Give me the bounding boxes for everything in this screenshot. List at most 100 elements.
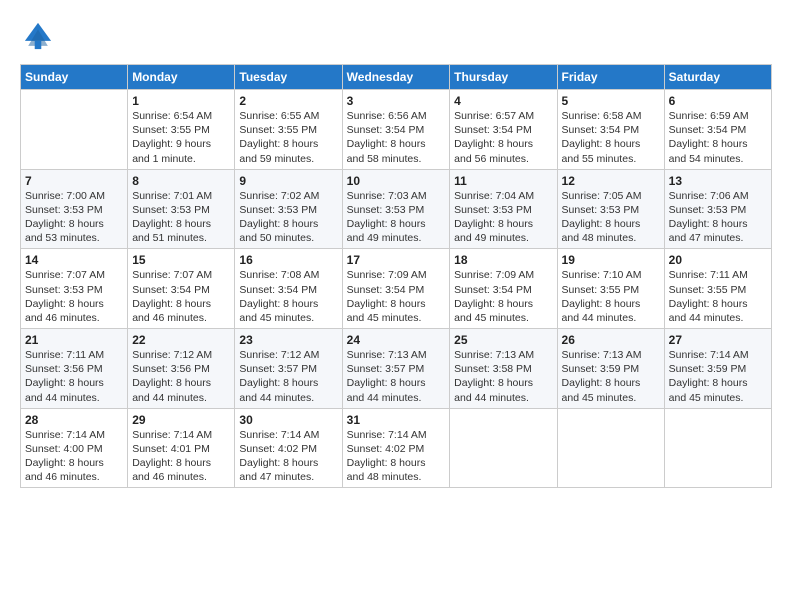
day-number: 18 bbox=[454, 253, 552, 267]
day-number: 30 bbox=[239, 413, 337, 427]
day-number: 4 bbox=[454, 94, 552, 108]
day-cell: 5Sunrise: 6:58 AM Sunset: 3:54 PM Daylig… bbox=[557, 90, 664, 170]
day-info: Sunrise: 7:14 AM Sunset: 4:02 PM Dayligh… bbox=[239, 428, 337, 485]
calendar: SundayMondayTuesdayWednesdayThursdayFrid… bbox=[20, 64, 772, 488]
day-number: 23 bbox=[239, 333, 337, 347]
day-number: 6 bbox=[669, 94, 767, 108]
day-info: Sunrise: 7:09 AM Sunset: 3:54 PM Dayligh… bbox=[347, 268, 446, 325]
day-number: 8 bbox=[132, 174, 230, 188]
day-info: Sunrise: 7:03 AM Sunset: 3:53 PM Dayligh… bbox=[347, 189, 446, 246]
day-cell: 7Sunrise: 7:00 AM Sunset: 3:53 PM Daylig… bbox=[21, 169, 128, 249]
day-info: Sunrise: 6:55 AM Sunset: 3:55 PM Dayligh… bbox=[239, 109, 337, 166]
day-info: Sunrise: 7:06 AM Sunset: 3:53 PM Dayligh… bbox=[669, 189, 767, 246]
day-cell: 28Sunrise: 7:14 AM Sunset: 4:00 PM Dayli… bbox=[21, 408, 128, 488]
page: SundayMondayTuesdayWednesdayThursdayFrid… bbox=[0, 0, 792, 612]
day-number: 1 bbox=[132, 94, 230, 108]
day-cell: 19Sunrise: 7:10 AM Sunset: 3:55 PM Dayli… bbox=[557, 249, 664, 329]
day-cell: 21Sunrise: 7:11 AM Sunset: 3:56 PM Dayli… bbox=[21, 329, 128, 409]
week-row-1: 1Sunrise: 6:54 AM Sunset: 3:55 PM Daylig… bbox=[21, 90, 772, 170]
day-number: 17 bbox=[347, 253, 446, 267]
day-number: 29 bbox=[132, 413, 230, 427]
day-info: Sunrise: 7:00 AM Sunset: 3:53 PM Dayligh… bbox=[25, 189, 123, 246]
day-number: 24 bbox=[347, 333, 446, 347]
day-cell: 22Sunrise: 7:12 AM Sunset: 3:56 PM Dayli… bbox=[128, 329, 235, 409]
logo bbox=[20, 18, 60, 54]
weekday-header-wednesday: Wednesday bbox=[342, 65, 450, 90]
day-number: 2 bbox=[239, 94, 337, 108]
day-cell: 27Sunrise: 7:14 AM Sunset: 3:59 PM Dayli… bbox=[664, 329, 771, 409]
day-number: 16 bbox=[239, 253, 337, 267]
weekday-header-monday: Monday bbox=[128, 65, 235, 90]
day-info: Sunrise: 7:04 AM Sunset: 3:53 PM Dayligh… bbox=[454, 189, 552, 246]
day-info: Sunrise: 7:11 AM Sunset: 3:55 PM Dayligh… bbox=[669, 268, 767, 325]
day-number: 31 bbox=[347, 413, 446, 427]
day-cell: 31Sunrise: 7:14 AM Sunset: 4:02 PM Dayli… bbox=[342, 408, 450, 488]
day-number: 9 bbox=[239, 174, 337, 188]
header bbox=[20, 18, 772, 54]
day-number: 26 bbox=[562, 333, 660, 347]
day-cell: 15Sunrise: 7:07 AM Sunset: 3:54 PM Dayli… bbox=[128, 249, 235, 329]
day-number: 28 bbox=[25, 413, 123, 427]
day-number: 22 bbox=[132, 333, 230, 347]
day-cell: 30Sunrise: 7:14 AM Sunset: 4:02 PM Dayli… bbox=[235, 408, 342, 488]
day-cell: 9Sunrise: 7:02 AM Sunset: 3:53 PM Daylig… bbox=[235, 169, 342, 249]
day-number: 20 bbox=[669, 253, 767, 267]
day-info: Sunrise: 7:01 AM Sunset: 3:53 PM Dayligh… bbox=[132, 189, 230, 246]
day-number: 10 bbox=[347, 174, 446, 188]
week-row-3: 14Sunrise: 7:07 AM Sunset: 3:53 PM Dayli… bbox=[21, 249, 772, 329]
weekday-header-thursday: Thursday bbox=[450, 65, 557, 90]
day-info: Sunrise: 6:54 AM Sunset: 3:55 PM Dayligh… bbox=[132, 109, 230, 166]
day-info: Sunrise: 7:02 AM Sunset: 3:53 PM Dayligh… bbox=[239, 189, 337, 246]
day-number: 14 bbox=[25, 253, 123, 267]
day-info: Sunrise: 6:58 AM Sunset: 3:54 PM Dayligh… bbox=[562, 109, 660, 166]
day-info: Sunrise: 7:14 AM Sunset: 4:01 PM Dayligh… bbox=[132, 428, 230, 485]
week-row-2: 7Sunrise: 7:00 AM Sunset: 3:53 PM Daylig… bbox=[21, 169, 772, 249]
day-info: Sunrise: 7:14 AM Sunset: 3:59 PM Dayligh… bbox=[669, 348, 767, 405]
day-info: Sunrise: 6:59 AM Sunset: 3:54 PM Dayligh… bbox=[669, 109, 767, 166]
day-info: Sunrise: 7:08 AM Sunset: 3:54 PM Dayligh… bbox=[239, 268, 337, 325]
week-row-4: 21Sunrise: 7:11 AM Sunset: 3:56 PM Dayli… bbox=[21, 329, 772, 409]
weekday-header-sunday: Sunday bbox=[21, 65, 128, 90]
day-info: Sunrise: 7:13 AM Sunset: 3:58 PM Dayligh… bbox=[454, 348, 552, 405]
day-cell: 3Sunrise: 6:56 AM Sunset: 3:54 PM Daylig… bbox=[342, 90, 450, 170]
day-number: 21 bbox=[25, 333, 123, 347]
day-info: Sunrise: 6:56 AM Sunset: 3:54 PM Dayligh… bbox=[347, 109, 446, 166]
day-info: Sunrise: 7:07 AM Sunset: 3:53 PM Dayligh… bbox=[25, 268, 123, 325]
day-cell: 13Sunrise: 7:06 AM Sunset: 3:53 PM Dayli… bbox=[664, 169, 771, 249]
day-cell: 1Sunrise: 6:54 AM Sunset: 3:55 PM Daylig… bbox=[128, 90, 235, 170]
day-cell: 23Sunrise: 7:12 AM Sunset: 3:57 PM Dayli… bbox=[235, 329, 342, 409]
day-cell: 16Sunrise: 7:08 AM Sunset: 3:54 PM Dayli… bbox=[235, 249, 342, 329]
weekday-header-tuesday: Tuesday bbox=[235, 65, 342, 90]
day-cell: 12Sunrise: 7:05 AM Sunset: 3:53 PM Dayli… bbox=[557, 169, 664, 249]
weekday-header-friday: Friday bbox=[557, 65, 664, 90]
week-row-5: 28Sunrise: 7:14 AM Sunset: 4:00 PM Dayli… bbox=[21, 408, 772, 488]
day-number: 13 bbox=[669, 174, 767, 188]
day-cell bbox=[664, 408, 771, 488]
day-number: 7 bbox=[25, 174, 123, 188]
day-cell: 6Sunrise: 6:59 AM Sunset: 3:54 PM Daylig… bbox=[664, 90, 771, 170]
day-info: Sunrise: 7:10 AM Sunset: 3:55 PM Dayligh… bbox=[562, 268, 660, 325]
day-cell: 18Sunrise: 7:09 AM Sunset: 3:54 PM Dayli… bbox=[450, 249, 557, 329]
day-cell: 8Sunrise: 7:01 AM Sunset: 3:53 PM Daylig… bbox=[128, 169, 235, 249]
day-number: 11 bbox=[454, 174, 552, 188]
day-number: 15 bbox=[132, 253, 230, 267]
day-number: 25 bbox=[454, 333, 552, 347]
day-info: Sunrise: 6:57 AM Sunset: 3:54 PM Dayligh… bbox=[454, 109, 552, 166]
day-cell: 11Sunrise: 7:04 AM Sunset: 3:53 PM Dayli… bbox=[450, 169, 557, 249]
day-number: 5 bbox=[562, 94, 660, 108]
day-number: 12 bbox=[562, 174, 660, 188]
day-info: Sunrise: 7:14 AM Sunset: 4:00 PM Dayligh… bbox=[25, 428, 123, 485]
day-cell: 2Sunrise: 6:55 AM Sunset: 3:55 PM Daylig… bbox=[235, 90, 342, 170]
day-info: Sunrise: 7:13 AM Sunset: 3:57 PM Dayligh… bbox=[347, 348, 446, 405]
day-cell: 10Sunrise: 7:03 AM Sunset: 3:53 PM Dayli… bbox=[342, 169, 450, 249]
day-info: Sunrise: 7:11 AM Sunset: 3:56 PM Dayligh… bbox=[25, 348, 123, 405]
day-number: 27 bbox=[669, 333, 767, 347]
day-info: Sunrise: 7:14 AM Sunset: 4:02 PM Dayligh… bbox=[347, 428, 446, 485]
day-info: Sunrise: 7:13 AM Sunset: 3:59 PM Dayligh… bbox=[562, 348, 660, 405]
day-number: 3 bbox=[347, 94, 446, 108]
logo-icon bbox=[20, 18, 56, 54]
day-cell: 24Sunrise: 7:13 AM Sunset: 3:57 PM Dayli… bbox=[342, 329, 450, 409]
day-cell: 29Sunrise: 7:14 AM Sunset: 4:01 PM Dayli… bbox=[128, 408, 235, 488]
day-info: Sunrise: 7:09 AM Sunset: 3:54 PM Dayligh… bbox=[454, 268, 552, 325]
day-cell bbox=[450, 408, 557, 488]
